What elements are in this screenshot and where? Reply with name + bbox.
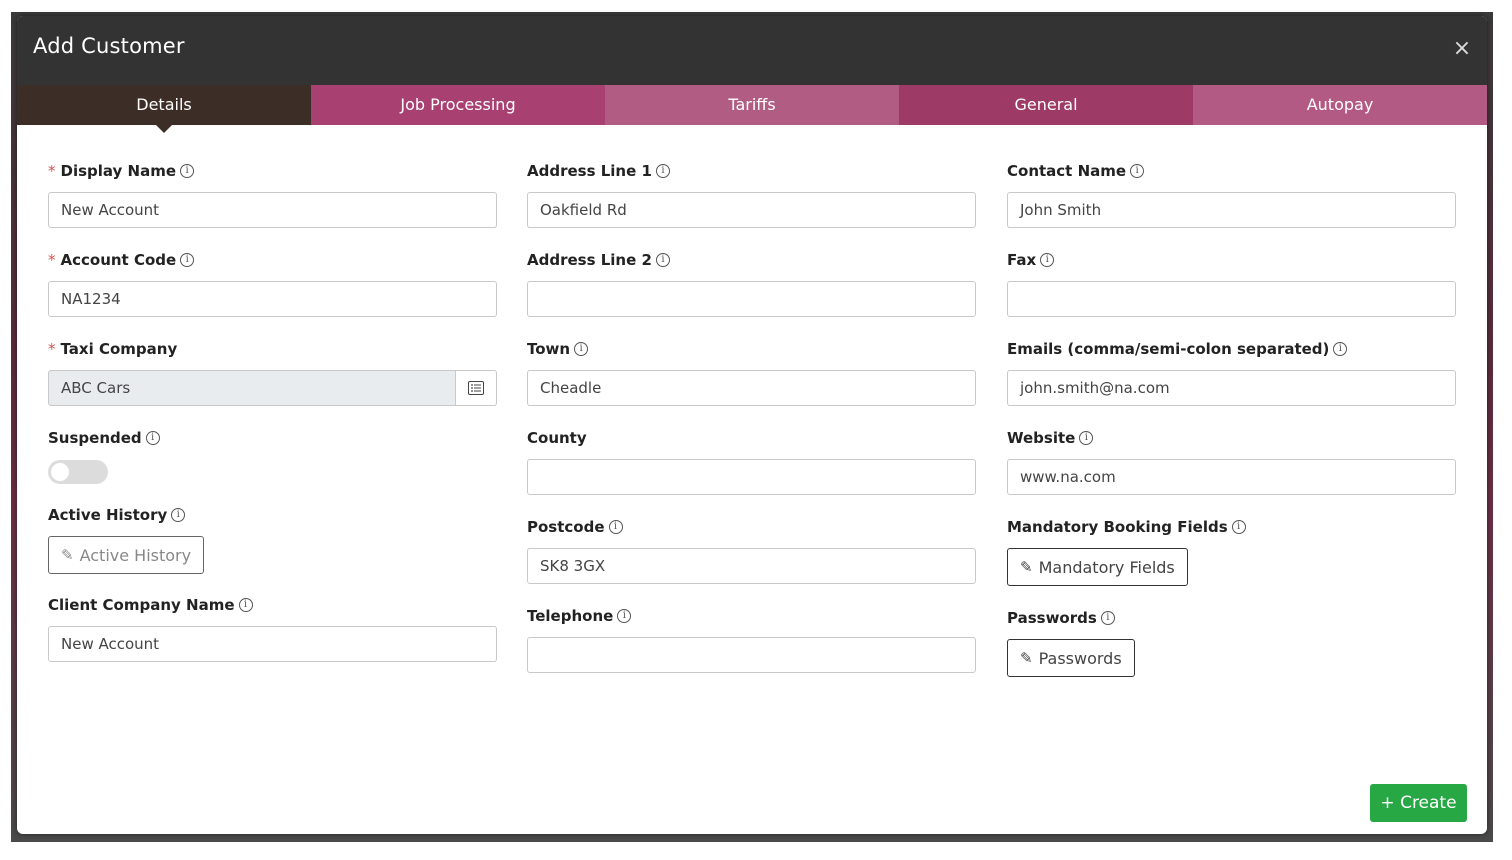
modal-title: Add Customer — [33, 34, 185, 58]
address-line-2-field: Address Line 2i — [527, 250, 976, 317]
pencil-icon: ✎ — [1020, 558, 1033, 576]
info-icon[interactable]: i — [1231, 520, 1246, 534]
active-history-label: Active History — [48, 506, 168, 524]
address-line-1-input[interactable]: Oakfield Rd — [527, 192, 976, 228]
account-code-label: Account Code — [60, 251, 177, 269]
tab-general[interactable]: General — [899, 85, 1193, 125]
contact-name-label: Contact Name — [1007, 162, 1127, 180]
mandatory-fields-button[interactable]: ✎ Mandatory Fields — [1007, 548, 1188, 586]
display-name-label: Display Name — [60, 162, 177, 180]
fax-label: Fax — [1007, 251, 1037, 269]
info-icon[interactable]: i — [180, 253, 195, 267]
add-customer-modal: Add Customer × Details Job Processing Ta… — [17, 16, 1487, 834]
modal-body: * Display Name i New Account * Account Code… — [17, 125, 1487, 834]
town-field: Town i Cheadle — [527, 339, 976, 406]
county-field: County — [527, 428, 976, 495]
account-code-input[interactable]: NA1234 — [48, 281, 497, 317]
tab-bar: Details Job Processing Tariffs General A… — [17, 85, 1487, 133]
info-icon[interactable]: i — [617, 609, 632, 623]
info-icon[interactable]: i — [1333, 342, 1348, 356]
telephone-field: Telephone i — [527, 606, 976, 673]
address-line-2-label: Address Line 2 — [527, 251, 652, 269]
contact-name-field: Contact Name i John Smith — [1007, 161, 1456, 228]
tab-job-processing[interactable]: Job Processing — [311, 85, 605, 125]
fax-field: Fax i — [1007, 250, 1456, 317]
info-icon[interactable]: i — [1040, 253, 1055, 267]
suspended-field: Suspended i — [48, 428, 497, 484]
info-icon[interactable]: i — [655, 164, 670, 178]
client-company-name-input[interactable]: New Account — [48, 626, 497, 662]
mandatory-booking-fields-field: Mandatory Booking Fields i ✎ Mandatory Fie… — [1007, 517, 1456, 586]
taxi-company-label: Taxi Company — [60, 340, 178, 358]
client-company-name-field: Client Company Name i New Account — [48, 595, 497, 662]
list-picker-button[interactable] — [456, 370, 497, 406]
pencil-icon: ✎ — [1020, 649, 1033, 667]
county-input[interactable] — [527, 459, 976, 495]
tab-tariffs[interactable]: Tariffs — [605, 85, 899, 125]
emails-label: Emails (comma/semi-colon separated) — [1007, 340, 1330, 358]
postcode-input[interactable]: SK8 3GX — [527, 548, 976, 584]
county-label: County — [527, 429, 587, 447]
emails-input[interactable]: john.smith@na.com — [1007, 370, 1456, 406]
website-field: Website i www.na.com — [1007, 428, 1456, 495]
info-icon[interactable]: i — [655, 253, 670, 267]
website-input[interactable]: www.na.com — [1007, 459, 1456, 495]
list-icon — [468, 381, 484, 395]
postcode-label: Postcode — [527, 518, 605, 536]
active-history-button[interactable]: ✎ Active History — [48, 536, 205, 574]
info-icon[interactable]: i — [1100, 611, 1115, 625]
contact-name-input[interactable]: John Smith — [1007, 192, 1456, 228]
display-name-input[interactable]: New Account — [48, 192, 497, 228]
create-button[interactable]: + Create — [1370, 784, 1467, 822]
account-code-field: * Account Code i NA1234 — [48, 250, 497, 317]
emails-field: Emails (comma/semi-colon separated) i joh… — [1007, 339, 1456, 406]
passwords-label: Passwords — [1007, 609, 1097, 627]
info-icon[interactable]: i — [145, 431, 160, 445]
mandatory-booking-fields-label: Mandatory Booking Fields — [1007, 518, 1228, 536]
required-icon: * — [48, 162, 56, 180]
passwords-field: Passwords i ✎ Passwords — [1007, 608, 1456, 677]
telephone-input[interactable] — [527, 637, 976, 673]
info-icon[interactable]: i — [171, 508, 186, 522]
tab-details[interactable]: Details — [17, 85, 311, 133]
tab-autopay[interactable]: Autopay — [1193, 85, 1487, 125]
required-icon: * — [48, 251, 56, 269]
address-line-1-label: Address Line 1 — [527, 162, 652, 180]
address-line-2-input[interactable] — [527, 281, 976, 317]
info-icon[interactable]: i — [1130, 164, 1145, 178]
info-icon[interactable]: i — [238, 598, 253, 612]
info-icon[interactable]: i — [180, 164, 195, 178]
town-input[interactable]: Cheadle — [527, 370, 976, 406]
modal-header: Add Customer × — [17, 16, 1487, 85]
fax-input[interactable] — [1007, 281, 1456, 317]
info-icon[interactable]: i — [574, 342, 589, 356]
passwords-button[interactable]: ✎ Passwords — [1007, 639, 1135, 677]
client-company-name-label: Client Company Name — [48, 596, 235, 614]
close-icon[interactable]: × — [1451, 38, 1473, 60]
pencil-icon: ✎ — [61, 546, 74, 564]
required-icon: * — [48, 340, 56, 358]
address-line-1-field: Address Line 1i Oakfield Rd — [527, 161, 976, 228]
display-name-field: * Display Name i New Account — [48, 161, 497, 228]
town-label: Town — [527, 340, 571, 358]
suspended-label: Suspended — [48, 429, 142, 447]
taxi-company-input: ABC Cars — [48, 370, 456, 406]
info-icon[interactable]: i — [608, 520, 623, 534]
postcode-field: Postcode i SK8 3GX — [527, 517, 976, 584]
suspended-toggle[interactable] — [48, 460, 108, 484]
info-icon[interactable]: i — [1079, 431, 1094, 445]
taxi-company-field: * Taxi Company ABC Cars — [48, 339, 497, 406]
active-history-field: Active History i ✎ Active History — [48, 505, 497, 574]
telephone-label: Telephone — [527, 607, 614, 625]
website-label: Website — [1007, 429, 1076, 447]
